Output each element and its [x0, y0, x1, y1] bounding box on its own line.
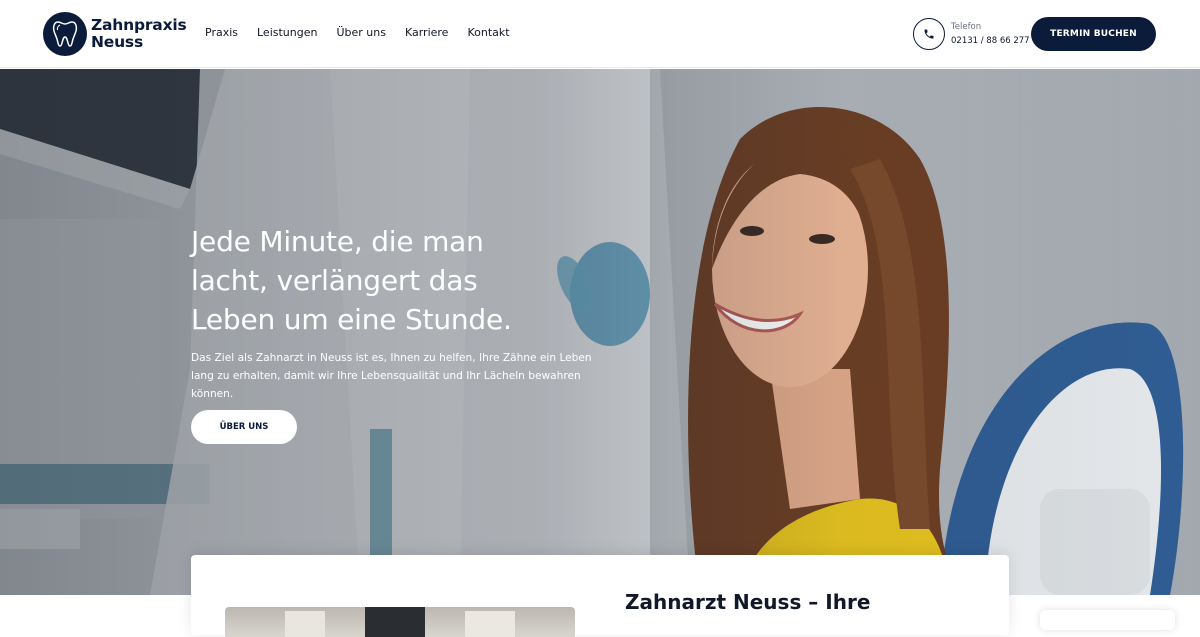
logo[interactable]: Zahnpraxis Neuss	[43, 11, 187, 57]
logo-line-1: Zahnpraxis	[91, 16, 187, 34]
hero-subtitle: Das Ziel als Zahnarzt in Neuss ist es, I…	[191, 352, 592, 400]
side-widget[interactable]	[1040, 610, 1175, 630]
practice-image	[225, 607, 575, 637]
logo-line-2: Neuss	[91, 33, 143, 51]
hero-title-line-1: Jede Minute, die man	[191, 225, 484, 258]
phone-label: Telefon	[951, 22, 982, 32]
hero-title-line-3: Leben um eine Stunde.	[191, 303, 512, 336]
intro-card: Zahnarzt Neuss – Ihre	[191, 555, 1009, 637]
hero-section: Jede Minute, die man lacht, verlängert d…	[0, 69, 1200, 595]
nav-item-leistungen[interactable]: Leistungen	[257, 26, 317, 39]
nav-item-praxis[interactable]: Praxis	[205, 26, 238, 39]
hero-title: Jede Minute, die man lacht, verlängert d…	[191, 222, 621, 339]
phone-contact[interactable]: Telefon 02131 / 88 66 277	[913, 18, 1030, 50]
phone-icon	[913, 18, 945, 50]
main-nav: Praxis Leistungen Über uns Karriere Kont…	[205, 26, 510, 39]
hero-content: Jede Minute, die man lacht, verlängert d…	[191, 222, 621, 403]
phone-text: Telefon 02131 / 88 66 277	[951, 20, 1030, 48]
nav-item-kontakt[interactable]: Kontakt	[467, 26, 509, 39]
book-appointment-button[interactable]: TERMIN BUCHEN	[1031, 17, 1156, 51]
intro-title: Zahnarzt Neuss – Ihre	[625, 590, 871, 614]
tooth-icon	[43, 12, 87, 56]
about-us-button[interactable]: ÜBER UNS	[191, 410, 297, 444]
hero-title-line-2: lacht, verlängert das	[191, 264, 478, 297]
logo-text: Zahnpraxis Neuss	[91, 17, 187, 51]
nav-item-ueber-uns[interactable]: Über uns	[336, 26, 386, 39]
phone-number[interactable]: 02131 / 88 66 277	[951, 34, 1030, 48]
nav-item-karriere[interactable]: Karriere	[405, 26, 448, 39]
site-header: Zahnpraxis Neuss Praxis Leistungen Über …	[0, 0, 1200, 68]
